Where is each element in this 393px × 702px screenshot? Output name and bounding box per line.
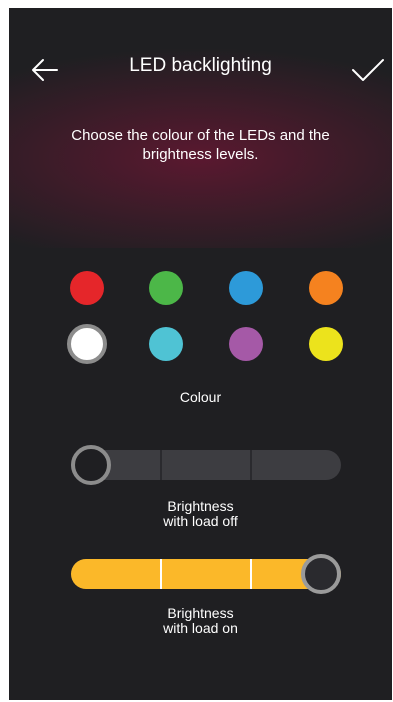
- colour-swatch-cyan[interactable]: [149, 327, 183, 361]
- colour-swatch-green[interactable]: [149, 271, 183, 305]
- colour-label: Colour: [179, 389, 222, 405]
- slider-thumb[interactable]: [71, 445, 111, 485]
- instructions-text: Choose the colour of the LEDs and the br…: [71, 127, 330, 163]
- slider-step-divider: [160, 450, 162, 480]
- slider-step-divider: [250, 450, 252, 480]
- slider-step-divider: [250, 559, 252, 589]
- colour-swatch-red[interactable]: [70, 271, 104, 305]
- label-line: Brightness: [167, 605, 234, 621]
- label-line: with load off: [163, 513, 238, 529]
- brightness-load-on-label: Brightness with load on: [9, 606, 392, 636]
- checkmark-icon: [352, 59, 384, 81]
- label-line: with load on: [163, 620, 238, 636]
- label-line: Brightness: [167, 498, 234, 514]
- confirm-button[interactable]: [350, 52, 386, 88]
- slider-step-divider: [160, 559, 162, 589]
- colour-swatch-white[interactable]: [67, 324, 107, 364]
- screen: LED backlighting Choose the colour of th…: [9, 8, 392, 700]
- colour-swatch-yellow[interactable]: [309, 327, 343, 361]
- page-title: LED backlighting: [129, 55, 272, 76]
- colour-swatch-purple[interactable]: [229, 327, 263, 361]
- slider-thumb[interactable]: [301, 554, 341, 594]
- header: LED backlighting: [9, 8, 392, 128]
- colour-swatch-blue[interactable]: [229, 271, 263, 305]
- brightness-load-off-slider[interactable]: [71, 445, 341, 485]
- brightness-load-on-slider[interactable]: [71, 554, 341, 594]
- colour-swatch-orange[interactable]: [309, 271, 343, 305]
- brightness-load-off-label: Brightness with load off: [9, 499, 392, 529]
